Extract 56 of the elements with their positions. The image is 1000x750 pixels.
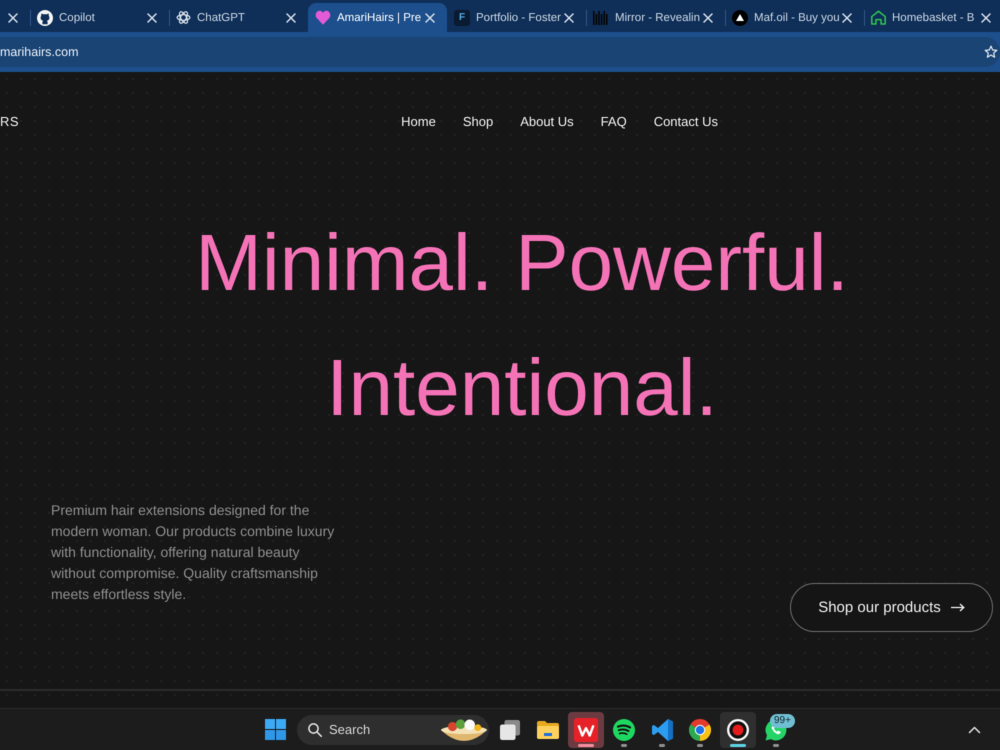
nav-link[interactable]: About Us — [520, 114, 574, 128]
headline-text: Intentional. — [326, 342, 718, 434]
nav-link[interactable]: Home — [401, 114, 436, 128]
headline-text: Minimal. Powerful. — [195, 217, 849, 309]
close-icon[interactable] — [425, 12, 435, 22]
app-indicator — [773, 744, 779, 746]
letter-logo: F — [454, 10, 470, 26]
nav-link[interactable]: FAQ — [600, 114, 627, 128]
close-icon[interactable] — [147, 12, 157, 22]
atom-icon — [176, 10, 191, 25]
close-icon[interactable] — [564, 12, 574, 22]
close-icon[interactable] — [8, 12, 18, 22]
taskbar-app-button[interactable] — [720, 712, 756, 748]
browser-tab[interactable]: ChatGPT — [169, 3, 308, 32]
app-indicator — [697, 744, 703, 746]
taskbar-app-button[interactable] — [568, 712, 604, 748]
close-icon[interactable] — [981, 12, 991, 22]
close-icon[interactable] — [286, 12, 296, 22]
app-indicator — [659, 744, 665, 746]
bars-logo-icon — [593, 10, 609, 24]
segmented-circle-icon — [689, 718, 711, 740]
arrow-right-icon — [950, 603, 965, 612]
browser-tab[interactable]: Copilot — [30, 3, 169, 32]
nav-link[interactable]: Contact Us — [654, 114, 718, 128]
app-indicator — [730, 744, 746, 746]
app-indicator — [578, 744, 594, 746]
browser-tab[interactable]: Maf.oil - Buy you — [725, 3, 864, 32]
heart-logo-icon — [315, 10, 331, 25]
close-icon[interactable] — [842, 12, 852, 22]
browser-tab[interactable]: Mirror - Revealin — [586, 3, 725, 32]
house-icon — [871, 10, 886, 25]
close-icon[interactable] — [703, 12, 713, 22]
cat-logo-icon — [37, 10, 53, 26]
notification-badge: 99+ — [770, 714, 795, 728]
browser-tab[interactable]: F Portfolio - Foster — [447, 3, 586, 32]
zigzag-logo-icon — [574, 718, 598, 742]
nav-link[interactable]: Shop — [462, 114, 494, 128]
triangle-logo-icon — [732, 10, 748, 26]
shop-products-button[interactable]: Shop our products — [790, 583, 993, 632]
chevron-up-icon — [968, 726, 980, 734]
taskbar-app-button[interactable]: 99+ — [758, 712, 794, 748]
food-bowl-icon — [441, 718, 487, 742]
overlapping-squares-icon — [500, 720, 520, 740]
ribbon-logo-icon — [652, 718, 672, 740]
record-icon — [727, 718, 749, 740]
search-icon — [308, 722, 322, 736]
browser-tab[interactable]: Homebasket - B — [864, 3, 1000, 32]
description-text: Premium hair extensions designed for the modern woman. Our products combine luxury with functionality, offering natural beauty without compromise. Quality craftsmanship meets effortless style. — [51, 501, 336, 604]
four-squares-icon — [264, 719, 286, 740]
folder-icon — [537, 720, 559, 738]
browser-tab[interactable]: AmariHairs | Pre — [308, 3, 447, 32]
circle-waves-icon — [613, 718, 635, 740]
address-field[interactable]: marihairs.com — [0, 37, 1000, 67]
bookmark-star-icon[interactable] — [984, 45, 998, 59]
app-indicator — [621, 744, 627, 746]
site-logo[interactable]: RS — [0, 114, 20, 128]
